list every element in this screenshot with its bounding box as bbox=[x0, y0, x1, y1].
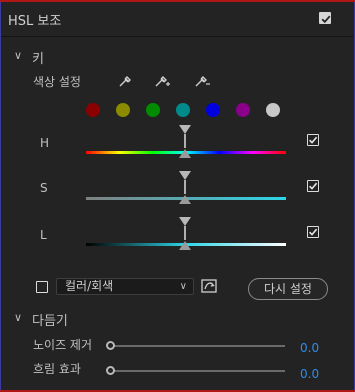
swatch-blue[interactable] bbox=[206, 103, 220, 117]
blur-slider-track[interactable] bbox=[110, 370, 285, 372]
panel-enable-checkbox[interactable] bbox=[319, 12, 331, 24]
chevron-down-icon: ∨ bbox=[179, 281, 187, 292]
panel-top-border bbox=[0, 0, 355, 2]
hue-label: H bbox=[40, 136, 50, 150]
eyedropper-subtract-icon[interactable] bbox=[193, 73, 211, 92]
hsl-panel bbox=[0, 0, 355, 392]
eyedropper-icon[interactable] bbox=[117, 73, 133, 92]
denoise-slider-track[interactable] bbox=[110, 345, 285, 347]
eyedropper-add-icon[interactable] bbox=[153, 73, 171, 92]
swatch-red[interactable] bbox=[86, 103, 100, 117]
hue-range-bottom-handle[interactable] bbox=[179, 149, 191, 158]
hue-range-top-handle[interactable] bbox=[179, 125, 191, 134]
saturation-range-top-handle[interactable] bbox=[179, 171, 191, 180]
key-section-chevron-icon[interactable]: ∨ bbox=[14, 49, 22, 62]
saturation-range-bottom-handle[interactable] bbox=[179, 195, 191, 204]
luminance-range-bottom-handle[interactable] bbox=[179, 241, 191, 250]
blur-label: 흐림 효과 bbox=[33, 362, 81, 376]
refine-section-chevron-icon[interactable]: ∨ bbox=[14, 311, 22, 324]
invert-mask-icon[interactable] bbox=[201, 279, 217, 296]
denoise-slider-knob[interactable] bbox=[106, 341, 115, 350]
luminance-range-stem bbox=[184, 226, 186, 240]
saturation-label: S bbox=[40, 181, 48, 195]
denoise-label: 노이즈 제거 bbox=[33, 338, 93, 352]
display-mode-value: 컬러/회색 bbox=[65, 279, 114, 293]
swatch-yellow[interactable] bbox=[116, 103, 130, 117]
blur-slider-knob[interactable] bbox=[106, 366, 115, 375]
color-setting-label: 색상 설정 bbox=[33, 75, 81, 89]
swatch-white[interactable] bbox=[266, 103, 280, 117]
panel-title: HSL 보조 bbox=[8, 14, 62, 29]
display-mode-select[interactable]: 컬러/회색 ∨ bbox=[56, 278, 194, 295]
hue-range-stem bbox=[184, 134, 186, 148]
key-section-label[interactable]: 키 bbox=[32, 48, 44, 67]
luminance-range-top-handle[interactable] bbox=[179, 217, 191, 226]
hue-enable-checkbox[interactable] bbox=[307, 134, 319, 146]
swatch-magenta[interactable] bbox=[236, 103, 250, 117]
swatch-cyan[interactable] bbox=[176, 103, 190, 117]
swatch-green[interactable] bbox=[146, 103, 160, 117]
luminance-enable-checkbox[interactable] bbox=[307, 226, 319, 238]
denoise-value[interactable]: 0.0 bbox=[300, 341, 319, 355]
blur-value[interactable]: 0.0 bbox=[300, 367, 319, 381]
saturation-range-stem bbox=[184, 180, 186, 194]
show-mask-checkbox[interactable] bbox=[36, 281, 48, 293]
reset-button[interactable]: 다시 설정 bbox=[248, 278, 328, 300]
luminance-label: L bbox=[40, 228, 47, 242]
refine-section-label[interactable]: 다듬기 bbox=[32, 310, 68, 329]
saturation-enable-checkbox[interactable] bbox=[307, 180, 319, 192]
header-divider bbox=[1, 36, 353, 37]
